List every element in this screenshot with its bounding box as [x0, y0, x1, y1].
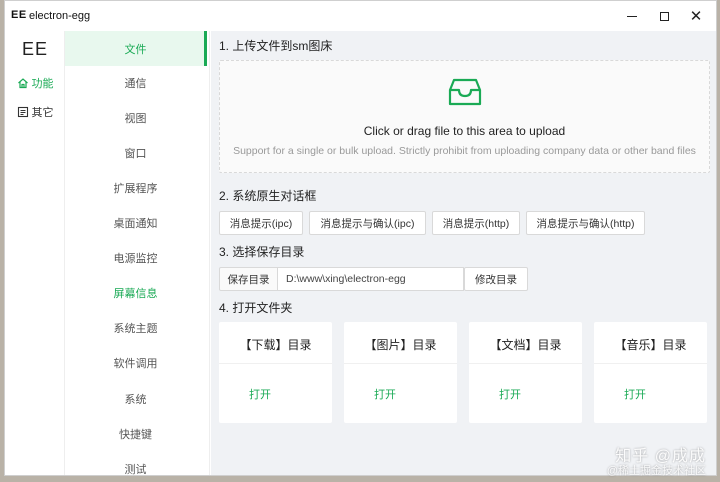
message-http-button[interactable]: 消息提示(http): [432, 211, 520, 235]
submenu-label: 系统: [124, 393, 147, 406]
upload-text: Click or drag file to this area to uploa…: [363, 124, 566, 138]
submenu-item-view[interactable]: 视图: [65, 100, 206, 135]
upload-dropzone[interactable]: Click or drag file to this area to uploa…: [219, 60, 710, 173]
submenu-item-file[interactable]: 文件: [65, 31, 207, 66]
message-ipc-button[interactable]: 消息提示(ipc): [219, 211, 303, 235]
primary-nav: EE 功能 其它: [5, 31, 65, 475]
submenu-label: 测试: [124, 463, 147, 476]
save-dir-input[interactable]: D:\www\xing\electron-egg: [277, 267, 464, 291]
main-content: 1. 上传文件到sm图床 Click or drag file to this …: [211, 31, 716, 475]
submenu-label: 窗口: [124, 147, 147, 160]
open-downloads-link[interactable]: 打开: [249, 386, 271, 402]
submenu-label: 屏幕信息: [113, 287, 158, 300]
rail-item-functions[interactable]: 功能: [5, 71, 65, 95]
submenu-item-shortcuts[interactable]: 快捷键: [65, 416, 206, 451]
submenu-item-notification[interactable]: 桌面通知: [65, 205, 206, 240]
close-icon: ✕: [689, 7, 703, 25]
folder-card-title: 【图片】目录: [364, 338, 437, 352]
folder-card-music: 【音乐】目录 打开: [594, 322, 707, 423]
title-bar[interactable]: EE electron-egg ✕: [5, 1, 716, 31]
save-dir-label: 保存目录: [219, 267, 278, 291]
section-title-dialog: 2. 系统原生对话框: [219, 189, 317, 203]
submenu-item-test[interactable]: 测试: [65, 451, 206, 476]
card-divider: [469, 363, 582, 364]
rail-item-label: 其它: [31, 107, 54, 119]
home-icon: [17, 78, 28, 89]
submenu-label: 系统主题: [113, 322, 158, 335]
rail-logo: EE: [21, 39, 48, 59]
upload-hint: Support for a single or bulk upload. Str…: [233, 145, 696, 157]
submenu-label: 文件: [124, 43, 147, 56]
maximize-icon: [659, 11, 669, 21]
maximize-button[interactable]: [648, 1, 680, 31]
folder-card-title: 【下载】目录: [239, 338, 312, 352]
section-title-upload: 1. 上传文件到sm图床: [219, 39, 333, 53]
card-divider: [594, 363, 707, 364]
change-dir-button[interactable]: 修改目录: [464, 267, 528, 291]
active-indicator: [204, 31, 207, 66]
folder-card-title: 【音乐】目录: [614, 338, 687, 352]
app-window: EE electron-egg ✕ EE 功能 其它 文件 通信 视图 窗口 扩…: [4, 0, 717, 476]
list-icon: [17, 106, 28, 118]
open-pictures-link[interactable]: 打开: [374, 386, 396, 402]
minimize-button[interactable]: [616, 1, 648, 31]
submenu-label: 电源监控: [113, 252, 158, 265]
submenu-item-software[interactable]: 软件调用: [65, 345, 206, 380]
folder-card-documents: 【文档】目录 打开: [469, 322, 582, 423]
submenu-item-communication[interactable]: 通信: [65, 65, 206, 100]
submenu-item-extensions[interactable]: 扩展程序: [65, 170, 206, 205]
submenu-item-window[interactable]: 窗口: [65, 135, 206, 170]
open-music-link[interactable]: 打开: [624, 386, 646, 402]
section-title-open-folder: 4. 打开文件夹: [219, 301, 293, 315]
rail-item-label: 功能: [31, 78, 54, 90]
submenu-label: 桌面通知: [113, 217, 158, 230]
folder-card-downloads: 【下载】目录 打开: [219, 322, 332, 423]
open-documents-link[interactable]: 打开: [499, 386, 521, 402]
window-title: electron-egg: [29, 10, 91, 22]
submenu-label: 快捷键: [119, 428, 152, 441]
submenu-item-theme[interactable]: 系统主题: [65, 310, 206, 345]
close-button[interactable]: ✕: [680, 1, 712, 31]
sub-menu: 文件 通信 视图 窗口 扩展程序 桌面通知 电源监控 屏幕信息 系统主题 软件调…: [65, 31, 210, 476]
card-divider: [219, 363, 332, 364]
submenu-label: 软件调用: [113, 357, 158, 370]
submenu-label: 视图: [124, 112, 147, 125]
watermark-subtext: @稀土掘金技术社区: [606, 465, 706, 477]
submenu-label: 扩展程序: [113, 182, 158, 195]
message-confirm-http-button[interactable]: 消息提示与确认(http): [526, 211, 645, 235]
submenu-label: 通信: [124, 77, 147, 90]
submenu-item-system[interactable]: 系统: [65, 381, 206, 416]
card-divider: [344, 363, 457, 364]
minimize-icon: [627, 15, 637, 17]
folder-card-pictures: 【图片】目录 打开: [344, 322, 457, 423]
app-logo: EE: [11, 9, 27, 21]
rail-item-other[interactable]: 其它: [5, 100, 65, 124]
folder-card-title: 【文档】目录: [489, 338, 562, 352]
submenu-item-screen[interactable]: 屏幕信息: [65, 275, 206, 310]
submenu-item-power[interactable]: 电源监控: [65, 240, 206, 275]
inbox-icon: [448, 78, 482, 106]
message-confirm-ipc-button[interactable]: 消息提示与确认(ipc): [309, 211, 426, 235]
section-title-save-dir: 3. 选择保存目录: [219, 245, 305, 259]
